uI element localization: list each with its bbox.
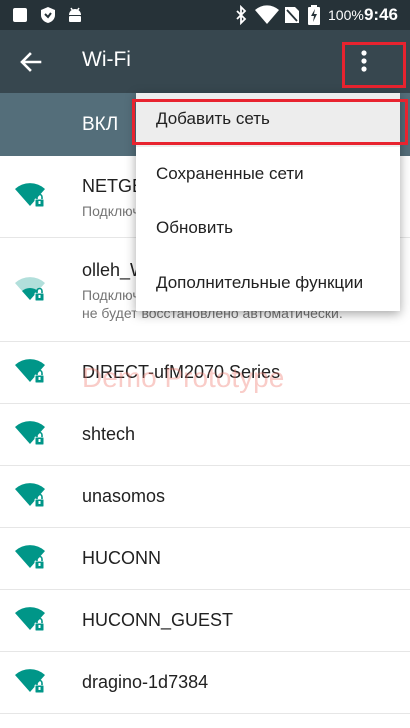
android-icon bbox=[66, 5, 84, 28]
clock: 9:46 bbox=[363, 5, 398, 24]
wifi-icon bbox=[255, 5, 279, 30]
overflow-highlight-box bbox=[342, 42, 406, 88]
wifi-signal-locked-icon bbox=[14, 668, 46, 696]
menu-item-label: Дополнительные функции bbox=[156, 273, 364, 292]
wifi-signal-locked-icon bbox=[14, 182, 46, 210]
menu-item-highlight-box bbox=[132, 99, 408, 145]
bluetooth-icon bbox=[234, 4, 248, 30]
network-name: HUCONN bbox=[82, 548, 161, 568]
battery-charging-icon bbox=[308, 5, 320, 30]
wifi-signal-locked-icon bbox=[14, 482, 46, 510]
watermark: Demo Prototype bbox=[82, 362, 285, 393]
arrow-back-icon bbox=[14, 52, 48, 83]
wifi-switch-label: ВКЛ bbox=[82, 114, 119, 135]
menu-item-label: Обновить bbox=[156, 218, 233, 237]
wifi-signal-locked-icon bbox=[14, 606, 46, 634]
status-bar: 100% 9:46 bbox=[0, 0, 410, 30]
network-row[interactable]: shtech bbox=[0, 404, 410, 466]
page-title: Wi-Fi bbox=[82, 48, 131, 71]
menu-item-advanced[interactable]: Дополнительные функции bbox=[136, 257, 400, 311]
menu-item-saved-networks[interactable]: Сохраненные сети bbox=[136, 148, 400, 202]
wifi-signal-locked-icon bbox=[14, 544, 46, 572]
network-name: unasomos bbox=[82, 486, 166, 506]
network-row[interactable]: dragino-1d7384 bbox=[0, 652, 410, 714]
menu-item-label: Сохраненные сети bbox=[156, 164, 304, 183]
network-name: dragino-1d7384 bbox=[82, 672, 209, 692]
network-name: HUCONN_GUEST bbox=[82, 610, 234, 630]
network-status: Подключ bbox=[82, 203, 140, 219]
wifi-signal-locked-icon bbox=[14, 420, 46, 448]
back-button[interactable] bbox=[14, 45, 48, 79]
network-row[interactable]: unasomos bbox=[0, 466, 410, 528]
notification-icon bbox=[12, 7, 28, 28]
network-name: shtech bbox=[82, 424, 136, 444]
network-status: Подключ bbox=[82, 287, 140, 303]
wifi-signal-locked-icon bbox=[14, 358, 46, 386]
no-sim-icon bbox=[284, 6, 300, 29]
menu-item-refresh[interactable]: Обновить bbox=[136, 202, 400, 256]
battery-level: 100% bbox=[328, 7, 364, 23]
network-row[interactable]: HUCONN_GUEST bbox=[0, 590, 410, 652]
network-row[interactable]: HUCONN bbox=[0, 528, 410, 590]
wifi-signal-weak-locked-icon bbox=[14, 276, 46, 304]
shield-icon bbox=[40, 6, 56, 29]
